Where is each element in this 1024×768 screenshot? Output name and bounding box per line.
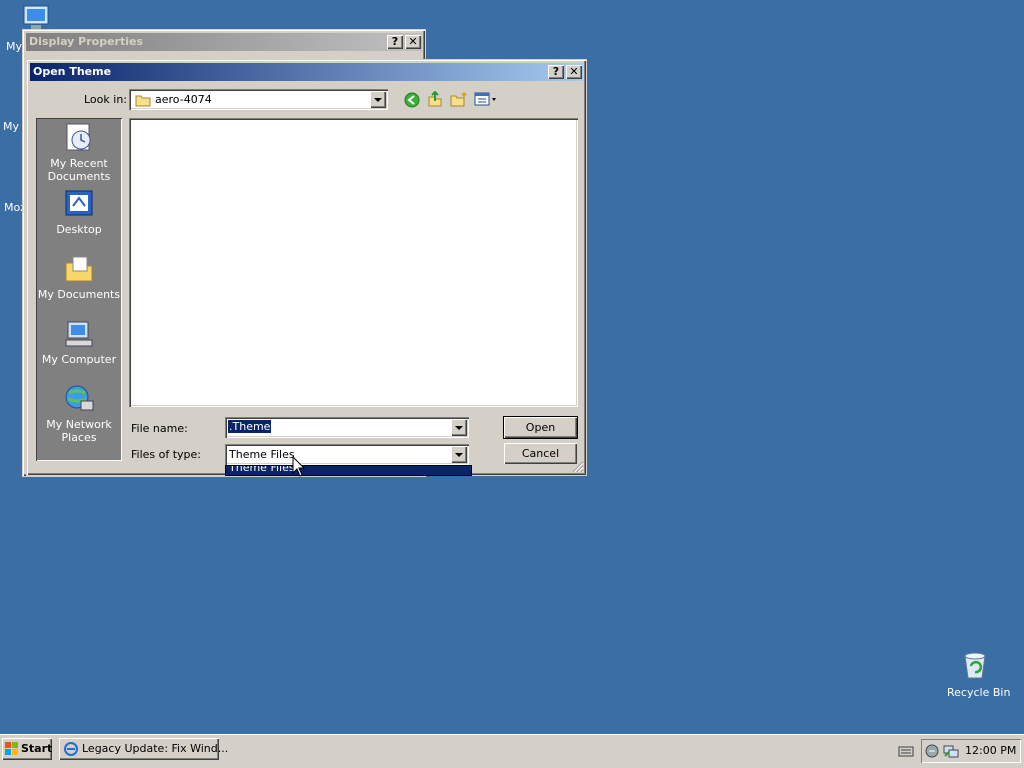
file-type-label: Files of type: <box>131 448 202 461</box>
mouse-cursor-icon <box>292 456 306 477</box>
recycle-bin-icon <box>964 652 986 679</box>
open-theme-title: Open Theme <box>33 65 112 78</box>
place-my-documents[interactable]: My Documents <box>36 253 122 303</box>
file-name-dropdown-arrow[interactable] <box>451 419 467 436</box>
place-network[interactable]: My Network Places <box>36 383 122 447</box>
look-in-value: aero-4074 <box>155 93 212 106</box>
file-list[interactable] <box>129 118 578 407</box>
file-type-value: Theme Files <box>229 448 295 461</box>
look-in-combo[interactable]: aero-4074 <box>129 89 388 110</box>
folder-icon <box>135 95 151 107</box>
new-folder-icon[interactable] <box>450 91 468 107</box>
display-properties-titlebar[interactable]: Display Properties ? ✕ <box>26 33 422 51</box>
display-properties-title: Display Properties <box>29 35 144 48</box>
file-name-value[interactable]: .Theme <box>228 420 272 433</box>
taskbar-task-button[interactable]: Legacy Update: Fix Wind... <box>59 738 228 760</box>
recycle-bin-label: Recycle Bin <box>947 686 1011 699</box>
keyboard-icon[interactable] <box>898 744 914 758</box>
internet-explorer-icon <box>64 742 78 756</box>
clock[interactable]: 12:00 PM <box>965 744 1016 757</box>
recent-documents-icon <box>66 123 91 151</box>
help-button[interactable]: ? <box>387 35 403 49</box>
file-type-dropdown-arrow[interactable] <box>451 446 467 463</box>
cancel-button[interactable]: Cancel <box>504 443 577 464</box>
open-button[interactable]: Open <box>503 416 578 439</box>
desktop-icon-label: My <box>6 40 23 53</box>
look-in-dropdown-arrow[interactable] <box>370 91 386 108</box>
file-type-dropdown-list[interactable]: Theme Files <box>225 465 472 476</box>
dropdown-option[interactable]: Theme Files <box>229 466 295 474</box>
desktop-icon <box>65 190 93 216</box>
network-places-icon <box>65 385 94 411</box>
place-label: My Recent Documents <box>47 157 111 183</box>
place-label: Desktop <box>56 223 102 236</box>
resize-grip-icon[interactable] <box>572 461 584 473</box>
up-folder-icon[interactable] <box>427 91 443 107</box>
volume-icon[interactable] <box>925 744 939 758</box>
close-button[interactable]: ✕ <box>566 65 582 79</box>
places-bar: My Recent Documents Desktop My Documents <box>36 118 122 461</box>
network-tray-icon[interactable] <box>943 744 959 758</box>
open-theme-dialog[interactable]: Open Theme ? ✕ Look in: aero-4074 My Rec… <box>26 59 587 476</box>
start-button[interactable]: Start <box>2 738 52 760</box>
place-label: My Computer <box>41 353 117 366</box>
windows-logo-icon <box>5 742 18 755</box>
open-theme-titlebar[interactable]: Open Theme ? ✕ <box>30 63 583 81</box>
my-documents-icon <box>65 256 93 282</box>
my-documents-icon <box>23 5 49 29</box>
file-name-combo[interactable]: .Theme <box>225 417 469 438</box>
help-button[interactable]: ? <box>548 65 564 79</box>
file-name-label: File name: <box>131 422 188 435</box>
place-label: My Documents <box>37 288 121 301</box>
place-my-computer[interactable]: My Computer <box>36 318 122 368</box>
back-icon[interactable] <box>404 92 420 108</box>
place-recent-documents[interactable]: My Recent Documents <box>36 122 122 183</box>
file-type-combo[interactable]: Theme Files <box>225 444 469 465</box>
close-button[interactable]: ✕ <box>405 35 421 49</box>
start-label: Start <box>21 742 53 755</box>
taskbar: Start Legacy Update: Fix Wind... 12:00 P… <box>0 734 1024 768</box>
place-label: My Network Places <box>46 418 112 444</box>
view-menu-icon[interactable] <box>474 91 498 107</box>
desktop-icon-recycle-bin[interactable]: Recycle Bin <box>940 648 1011 699</box>
place-desktop[interactable]: Desktop <box>36 188 122 238</box>
my-computer-icon <box>65 321 93 347</box>
system-tray: 12:00 PM <box>921 739 1021 763</box>
task-label: Legacy Update: Fix Wind... <box>82 742 229 755</box>
look-in-label: Look in: <box>84 93 127 106</box>
